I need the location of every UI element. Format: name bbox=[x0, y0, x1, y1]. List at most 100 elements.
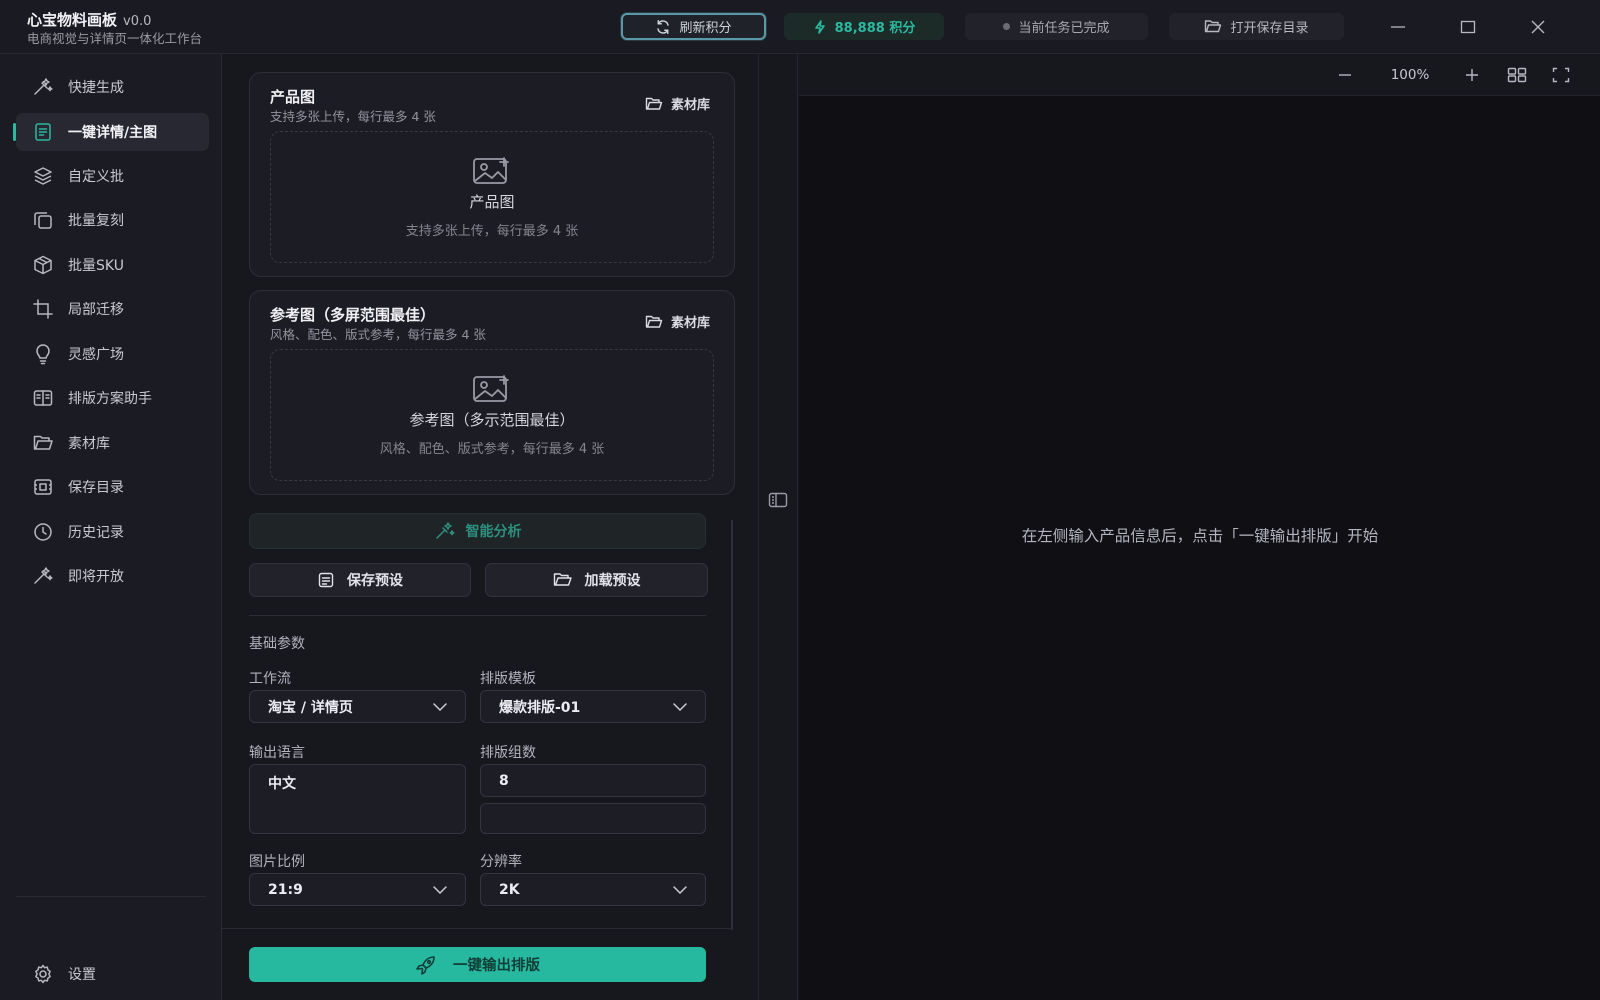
layers-icon bbox=[32, 165, 54, 187]
minus-icon bbox=[1337, 67, 1353, 83]
sidebar-item-inspiration[interactable]: 灵感广场 bbox=[16, 335, 209, 373]
panel-splitter[interactable] bbox=[758, 54, 798, 1000]
product-library-label: 素材库 bbox=[670, 98, 710, 113]
lightbulb-icon bbox=[32, 343, 54, 365]
form-divider bbox=[249, 615, 706, 616]
ratio-select[interactable]: 21:9 bbox=[249, 873, 466, 906]
sidebar-item-label: 快捷生成 bbox=[68, 80, 124, 96]
rocket-icon bbox=[415, 955, 437, 975]
chevron-down-icon bbox=[433, 702, 447, 711]
save-preset-button[interactable]: 保存预设 bbox=[249, 563, 471, 597]
reference-dropzone-hint: 风格、配色、版式参考，每行最多 4 张 bbox=[379, 442, 605, 457]
preview-empty-hint: 在左侧输入产品信息后，点击「一键输出排版」开始 bbox=[1021, 527, 1379, 545]
groups-input[interactable]: 8 bbox=[480, 764, 706, 797]
sidebar-divider bbox=[16, 896, 206, 897]
template-select[interactable]: 爆款排版-01 bbox=[480, 690, 706, 723]
product-library-button[interactable]: 素材库 bbox=[645, 94, 710, 113]
sidebar-item-settings[interactable]: 设置 bbox=[16, 955, 209, 993]
refresh-icon bbox=[655, 19, 671, 35]
chevron-down-icon bbox=[673, 702, 687, 711]
sidebar-item-detail-main[interactable]: 一键详情/主图 bbox=[13, 113, 209, 151]
save-preset-label: 保存预设 bbox=[347, 573, 403, 589]
zoom-in-button[interactable] bbox=[1460, 63, 1484, 87]
open-save-dir-label: 打开保存目录 bbox=[1230, 21, 1309, 36]
folder-open-icon bbox=[1204, 19, 1222, 34]
generate-layout-button[interactable]: 一键输出排版 bbox=[249, 947, 706, 982]
folder-icon bbox=[32, 432, 54, 454]
sidebar-item-label: 一键详情/主图 bbox=[68, 125, 158, 141]
sidebar-item-material-library[interactable]: 素材库 bbox=[16, 424, 209, 462]
wand-icon bbox=[434, 521, 456, 541]
document-icon bbox=[32, 121, 54, 143]
load-preset-button[interactable]: 加载预设 bbox=[485, 563, 708, 597]
fullscreen-button[interactable] bbox=[1549, 63, 1573, 87]
workflow-label: 工作流 bbox=[249, 671, 291, 687]
sidebar-item-save-dir[interactable]: 保存目录 bbox=[16, 468, 209, 506]
form-scrollbar[interactable] bbox=[731, 520, 733, 930]
sidebar-item-coming-soon[interactable]: 即将开放 bbox=[16, 557, 209, 595]
resolution-select[interactable]: 2K bbox=[480, 873, 706, 906]
zoom-out-button[interactable] bbox=[1333, 63, 1357, 87]
generate-layout-label: 一键输出排版 bbox=[453, 958, 540, 974]
wand-icon bbox=[32, 76, 54, 98]
grid-view-button[interactable] bbox=[1505, 63, 1529, 87]
add-image-icon bbox=[471, 373, 513, 403]
sidebar-item-custom-batch[interactable]: 自定义批 bbox=[16, 157, 209, 195]
bottom-divider bbox=[222, 928, 732, 929]
sidebar-item-label: 素材库 bbox=[68, 436, 110, 452]
product-image-dropzone[interactable]: 产品图 支持多张上传，每行最多 4 张 bbox=[270, 131, 714, 263]
workflow-select[interactable]: 淘宝 / 详情页 bbox=[249, 690, 466, 723]
clock-icon bbox=[32, 521, 54, 543]
load-preset-label: 加载预设 bbox=[584, 573, 641, 589]
sidebar-item-label: 排版方案助手 bbox=[68, 391, 152, 407]
task-status-label: 当前任务已完成 bbox=[1018, 21, 1110, 36]
reference-library-button[interactable]: 素材库 bbox=[645, 312, 710, 331]
minimize-icon bbox=[1389, 18, 1407, 36]
folder-icon bbox=[645, 315, 663, 329]
app-title: 心宝物料画板 v0.0 bbox=[27, 11, 152, 29]
box-icon bbox=[32, 254, 54, 276]
chevron-down-icon bbox=[433, 885, 447, 894]
template-label: 排版模板 bbox=[480, 671, 536, 687]
status-dot-icon bbox=[1003, 23, 1011, 30]
document-icon bbox=[317, 571, 335, 589]
open-save-dir-button[interactable]: 打开保存目录 bbox=[1169, 13, 1344, 40]
groups-extra-input[interactable] bbox=[480, 803, 706, 834]
chevron-down-icon bbox=[673, 885, 687, 894]
ratio-label: 图片比例 bbox=[249, 854, 305, 870]
sidebar-item-local-transfer[interactable]: 局部迁移 bbox=[16, 290, 209, 328]
settings-label: 设置 bbox=[68, 967, 96, 983]
sidebar-item-history[interactable]: 历史记录 bbox=[16, 513, 209, 551]
title-bar: 心宝物料画板 v0.0 电商视觉与详情页一体化工作台 刷新积分 88,888 积分… bbox=[0, 0, 1600, 54]
collapse-panel-icon[interactable] bbox=[768, 492, 788, 508]
copy-icon bbox=[32, 209, 54, 231]
language-label: 输出语言 bbox=[249, 745, 305, 761]
add-image-icon bbox=[471, 155, 513, 185]
reference-image-dropzone[interactable]: 参考图（多示范围最佳） 风格、配色、版式参考，每行最多 4 张 bbox=[270, 349, 714, 481]
sidebar-item-label: 保存目录 bbox=[68, 480, 124, 496]
reference-card-subtitle: 风格、配色、版式参考，每行最多 4 张 bbox=[270, 327, 486, 342]
sidebar-item-batch-replicate[interactable]: 批量复刻 bbox=[16, 201, 209, 239]
crop-icon bbox=[32, 298, 54, 320]
fullscreen-icon bbox=[1552, 67, 1570, 83]
smart-analyze-button[interactable]: 智能分析 bbox=[249, 513, 706, 549]
sidebar-item-label: 历史记录 bbox=[68, 525, 124, 541]
product-dropzone-title: 产品图 bbox=[469, 193, 515, 211]
sidebar-item-batch-sku[interactable]: 批量SKU bbox=[16, 246, 209, 284]
resolution-label: 分辨率 bbox=[480, 854, 522, 870]
plus-icon bbox=[1464, 67, 1480, 83]
minimize-button[interactable] bbox=[1383, 12, 1413, 42]
zoom-level: 100% bbox=[1390, 67, 1430, 83]
sidebar-item-label: 批量SKU bbox=[68, 258, 124, 274]
product-card-title: 产品图 bbox=[270, 88, 316, 106]
language-input[interactable]: 中文 bbox=[249, 764, 466, 834]
sidebar-item-layout-assistant[interactable]: 排版方案助手 bbox=[16, 379, 209, 417]
product-card-subtitle: 支持多张上传，每行最多 4 张 bbox=[270, 109, 436, 124]
close-button[interactable] bbox=[1523, 12, 1553, 42]
refresh-points-button[interactable]: 刷新积分 bbox=[621, 13, 766, 40]
sidebar-item-quick-generate[interactable]: 快捷生成 bbox=[16, 68, 209, 106]
product-image-card: 产品图 支持多张上传，每行最多 4 张 素材库 产品图 支持多张上传，每行最多 … bbox=[249, 72, 735, 277]
lightning-icon bbox=[813, 19, 827, 34]
task-status-badge: 当前任务已完成 bbox=[965, 13, 1148, 40]
maximize-button[interactable] bbox=[1453, 12, 1483, 42]
